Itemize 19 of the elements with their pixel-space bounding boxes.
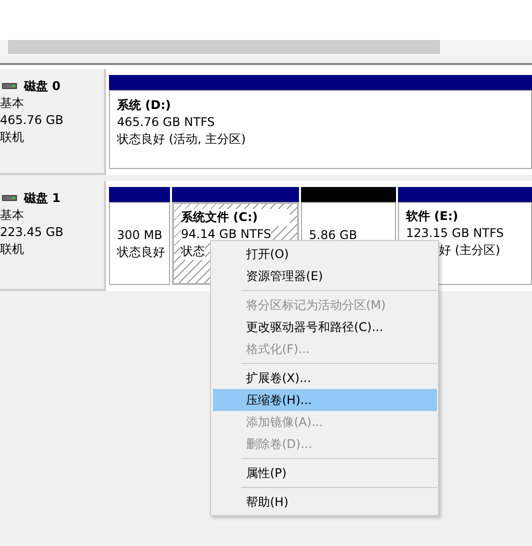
disk-status: 联机 bbox=[0, 241, 25, 258]
partition-detail: 123.15 GB NTFS bbox=[406, 225, 504, 242]
partition-title: 系统文件 (C:) bbox=[181, 209, 290, 226]
partition-detail: 465.76 GB NTFS bbox=[117, 114, 215, 131]
disk-size: 223.45 GB bbox=[0, 224, 64, 241]
disk-size: 465.76 GB bbox=[0, 112, 64, 129]
disk-status: 联机 bbox=[0, 129, 25, 146]
disk-name: 磁盘 1 bbox=[24, 190, 61, 206]
partition-detail: 状态良好 (活动, 主分区) bbox=[117, 131, 246, 148]
partition-title: 系统 (D:) bbox=[117, 97, 172, 114]
partition-detail: 5.86 GB bbox=[309, 227, 358, 244]
partition-detail: 状态 bbox=[181, 243, 205, 260]
disk-name: 磁盘 0 bbox=[24, 78, 61, 94]
partition-detail: 状态良好 bbox=[117, 244, 165, 261]
partition-detail: 好 (主分区) bbox=[438, 242, 500, 259]
partition-detail: 300 MB bbox=[117, 227, 162, 244]
disk-type: 基本 bbox=[0, 95, 25, 112]
partition-title: 软件 (E:) bbox=[406, 208, 460, 225]
disk-type: 基本 bbox=[0, 207, 25, 224]
